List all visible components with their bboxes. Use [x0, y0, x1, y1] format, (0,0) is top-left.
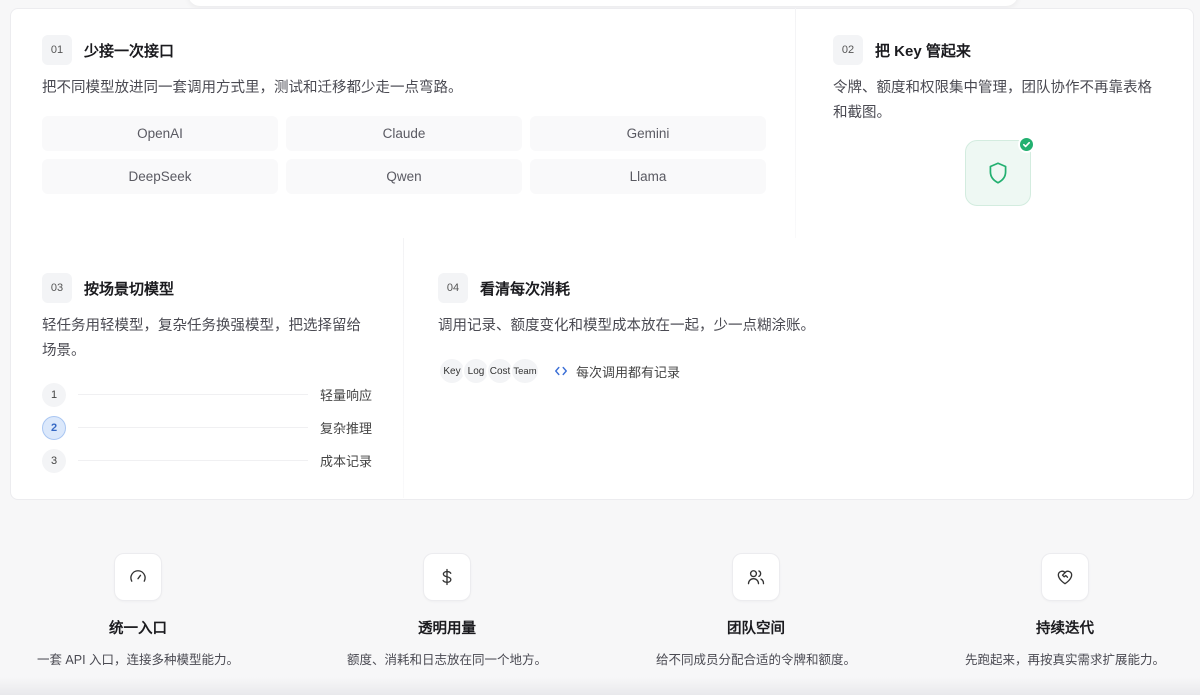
section-title: 少接一次接口 — [84, 42, 175, 60]
heart-handshake-icon — [1057, 570, 1073, 585]
step-number: 2 — [42, 415, 66, 440]
step-label: 复杂推理 — [319, 421, 372, 436]
feature-title: 统一入口 — [109, 621, 167, 637]
section-number: 03 — [42, 273, 72, 303]
dollar-icon — [442, 568, 452, 586]
step-label: 轻量响应 — [319, 388, 372, 403]
feature-description: 一套 API 入口，连接多种模型能力。 — [36, 653, 240, 667]
section-divider — [403, 238, 404, 498]
record-note-text: 每次调用都有记录 — [576, 364, 681, 380]
feature-title: 透明用量 — [418, 621, 476, 637]
check-icon — [1018, 136, 1035, 153]
model-chip-qwen: Qwen — [286, 159, 522, 194]
feature-team-space: 团队空间 给不同成员分配合适的令牌和额度。 — [626, 553, 886, 668]
section-title: 看清每次消耗 — [480, 280, 571, 298]
users-icon-box — [732, 553, 780, 601]
section-description: 令牌、额度和权限集中管理，团队协作不再靠表格 和截图。 — [833, 76, 1173, 126]
step-number: 3 — [42, 448, 66, 473]
description-line: 轻任务用轻模型，复杂任务换强模型，把选择留给 — [42, 318, 361, 334]
model-chip-gemini: Gemini — [530, 116, 766, 151]
section-divider — [795, 8, 796, 238]
section-title: 把 Key 管起来 — [875, 42, 971, 60]
section-header: 02 把 Key 管起来 — [833, 35, 1173, 65]
section-description: 轻任务用轻模型，复杂任务换强模型，把选择留给 场景。 — [42, 314, 382, 364]
code-icon — [555, 366, 567, 376]
section-unified-api: 01 少接一次接口 把不同模型放进同一套调用方式里，测试和迁移都少走一点弯路。 — [42, 35, 782, 101]
section-number: 02 — [833, 35, 863, 65]
step-item-active[interactable]: 2 复杂推理 — [42, 411, 372, 444]
feature-title: 持续迭代 — [1036, 621, 1094, 637]
step-item[interactable]: 3 成本记录 — [42, 444, 372, 477]
description-line: 令牌、额度和权限集中管理，团队协作不再靠表格 — [833, 80, 1152, 96]
feature-unified-entry: 统一入口 一套 API 入口，连接多种模型能力。 — [8, 553, 268, 668]
section-number: 01 — [42, 35, 72, 65]
feature-description: 给不同成员分配合适的令牌和额度。 — [655, 653, 856, 667]
step-line — [78, 460, 308, 461]
feature-title: 团队空间 — [727, 621, 785, 637]
heart-handshake-icon-box — [1041, 553, 1089, 601]
feature-transparent-usage: 透明用量 额度、消耗和日志放在同一个地方。 — [317, 553, 577, 668]
step-label: 成本记录 — [319, 454, 372, 469]
dollar-icon-box — [423, 553, 471, 601]
chip-team: Team — [510, 357, 540, 385]
scenario-steps: 1 轻量响应 2 复杂推理 3 成本记录 — [42, 378, 372, 477]
section-usage-tracking: 04 看清每次消耗 调用记录、额度变化和模型成本放在一起，少一点糊涂账。 — [438, 273, 1178, 339]
section-number: 04 — [438, 273, 468, 303]
section-key-management: 02 把 Key 管起来 令牌、额度和权限集中管理，团队协作不再靠表格 和截图。 — [833, 35, 1173, 126]
feature-description: 额度、消耗和日志放在同一个地方。 — [346, 653, 547, 667]
step-number: 1 — [42, 382, 66, 407]
model-chip-claude: Claude — [286, 116, 522, 151]
usage-chips: Key Log Cost Team 每次调用都有记录 — [438, 357, 680, 385]
section-header: 04 看清每次消耗 — [438, 273, 1178, 303]
description-line: 和截图。 — [833, 105, 891, 121]
gauge-icon — [130, 570, 146, 582]
description-line: 场景。 — [42, 343, 86, 359]
model-chip-deepseek: DeepSeek — [42, 159, 278, 194]
step-line — [78, 394, 308, 395]
model-chip-llama: Llama — [530, 159, 766, 194]
step-item[interactable]: 1 轻量响应 — [42, 378, 372, 411]
top-bar-edge — [188, 0, 1018, 6]
model-grid: OpenAI Claude Gemini DeepSeek Qwen Llama — [42, 116, 770, 194]
gauge-icon-box — [114, 553, 162, 601]
section-scenario-models: 03 按场景切模型 轻任务用轻模型，复杂任务换强模型，把选择留给 场景。 — [42, 273, 382, 364]
section-description: 调用记录、额度变化和模型成本放在一起，少一点糊涂账。 — [438, 318, 815, 334]
feature-description: 先跑起来，再按真实需求扩展能力。 — [964, 653, 1165, 667]
users-icon — [747, 570, 765, 585]
model-chip-openai: OpenAI — [42, 116, 278, 151]
shield-icon — [989, 162, 1007, 184]
section-header: 01 少接一次接口 — [42, 35, 782, 65]
feature-iteration: 持续迭代 先跑起来，再按真实需求扩展能力。 — [935, 553, 1195, 668]
bottom-edge — [0, 677, 1200, 695]
record-note: 每次调用都有记录 — [554, 362, 680, 381]
section-description: 把不同模型放进同一套调用方式里，测试和迁移都少走一点弯路。 — [42, 80, 463, 96]
step-line — [78, 427, 308, 428]
section-header: 03 按场景切模型 — [42, 273, 382, 303]
section-title: 按场景切模型 — [84, 280, 175, 298]
